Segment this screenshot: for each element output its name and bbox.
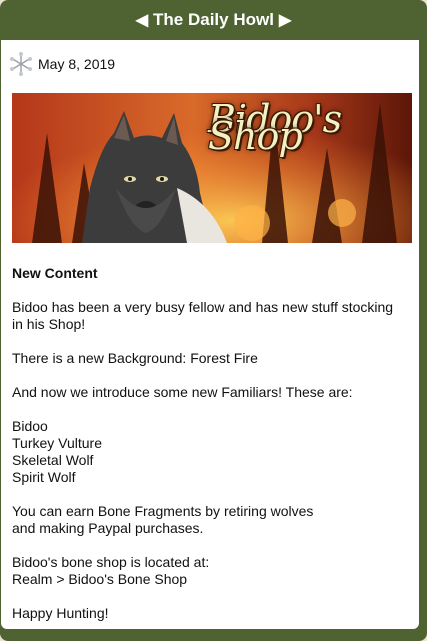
post-background-line: There is a new Background: Forest Fire <box>12 350 258 366</box>
prev-arrow-button[interactable]: ◀ <box>131 10 153 30</box>
post-date: May 8, 2019 <box>38 55 116 72</box>
post-intro: Bidoo has been a very busy fellow and ha… <box>12 299 394 332</box>
list-item: Turkey Vulture <box>12 435 102 451</box>
bone-fragments-paragraph: You can earn Bone Fragments by retiring … <box>12 503 407 537</box>
post-dateline: May 8, 2019 <box>8 51 115 77</box>
list-item: Spirit Wolf <box>12 469 76 485</box>
shop-location-paragraph: Bidoo's bone shop is located at: Realm >… <box>12 554 407 588</box>
shop-banner-image: Bidoo's Shop <box>12 93 412 243</box>
list-item: Skeletal Wolf <box>12 452 94 468</box>
post-signoff: Happy Hunting! <box>12 605 109 621</box>
bone-line-2: and making Paypal purchases. <box>12 520 204 536</box>
snowflake-icon <box>10 52 32 76</box>
news-panel: ◀ The Daily Howl ▶ May 8, 2019 Bidoo's S… <box>0 0 427 641</box>
familiars-list: Bidoo Turkey Vulture Skeletal Wolf Spiri… <box>12 418 407 486</box>
post-heading: New Content <box>12 265 98 281</box>
banner-title-text: Bidoo's Shop <box>208 97 342 158</box>
post-article: New Content Bidoo has been a very busy f… <box>12 265 407 639</box>
location-line-2: Realm > Bidoo's Bone Shop <box>12 571 188 587</box>
news-title: The Daily Howl <box>153 10 274 29</box>
post-familiars-intro: And now we introduce some new Familiars!… <box>12 384 353 400</box>
list-item: Bidoo <box>12 418 48 434</box>
location-line-1: Bidoo's bone shop is located at: <box>12 554 210 570</box>
news-header: ◀ The Daily Howl ▶ <box>0 0 427 40</box>
news-content: May 8, 2019 Bidoo's Shop New Content Bid… <box>1 40 419 629</box>
bone-line-1: You can earn Bone Fragments by retiring … <box>12 503 314 519</box>
next-arrow-button[interactable]: ▶ <box>274 10 296 30</box>
